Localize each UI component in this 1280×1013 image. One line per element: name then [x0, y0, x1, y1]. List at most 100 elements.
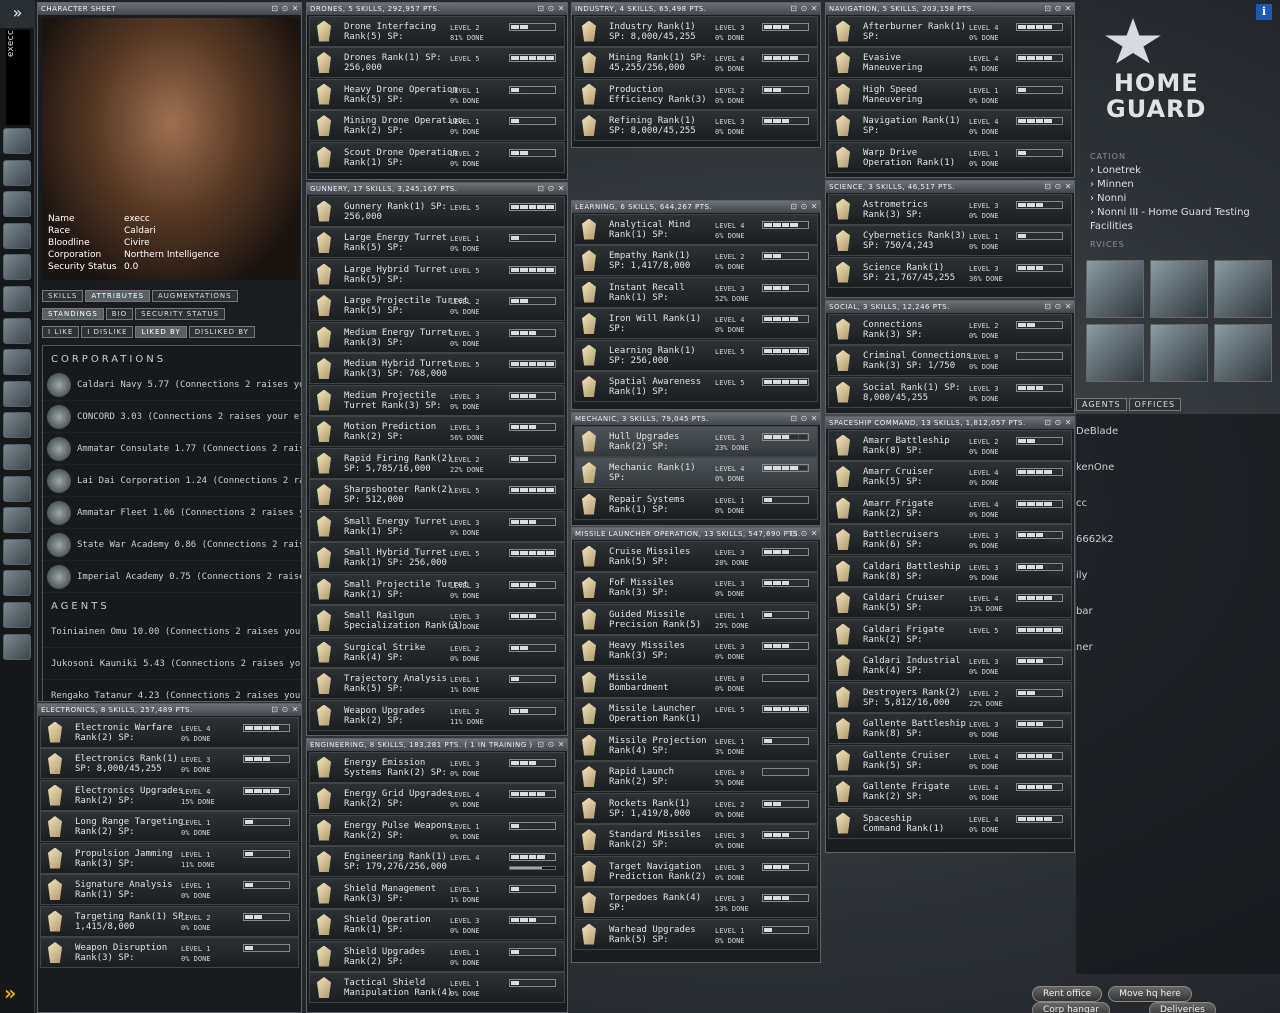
corporation-row[interactable]: Ammatar Consulate 1.77 (Connections 2 ra… — [43, 433, 301, 465]
window-controls[interactable]: ⊡ ⊙ ✕ — [271, 704, 299, 716]
neocom-icon[interactable] — [3, 507, 31, 534]
skill-row[interactable]: Sharpshooter Rank(2) SP: 512,000 LEVEL 5 — [309, 479, 565, 510]
skill-row[interactable]: Small Energy Turret Rank(1) SP: LEVEL 3 0… — [309, 510, 565, 542]
skill-row[interactable]: Analytical Mind Rank(1) SP: LEVEL 4 6% DO… — [574, 213, 818, 245]
skill-row[interactable]: Energy Pulse Weapons Rank(2) SP: LEVEL 1 … — [309, 814, 565, 846]
skill-row[interactable]: Target Navigation Prediction Rank(2) LEVE… — [574, 855, 818, 887]
skill-row[interactable]: Mining Drone Operation Rank(2) SP: LEVEL … — [309, 110, 565, 141]
skill-row[interactable]: Electronics Rank(1) SP: 8,000/45,255 LEVE… — [40, 748, 299, 779]
skill-row[interactable]: Connections Rank(3) SP: LEVEL 2 0% DONE — [828, 313, 1072, 345]
window-controls[interactable]: ⊡ ⊙ ✕ — [790, 3, 818, 15]
corporation-row[interactable]: Lai Dai Corporation 1.24 (Connections 2 … — [43, 465, 301, 497]
skill-row[interactable]: Heavy Missiles Rank(3) SP: LEVEL 3 0% DON… — [574, 635, 818, 666]
skill-row[interactable]: Gallente Battleship Rank(8) SP: LEVEL 3 0… — [828, 713, 1072, 744]
skill-row[interactable]: Amarr Frigate Rank(2) SP: LEVEL 4 0% DONE — [828, 492, 1072, 524]
skill-row[interactable]: Drone Interfacing Rank(5) SP: LEVEL 2 81%… — [309, 15, 565, 47]
neocom-toggle-button[interactable]: » — [0, 0, 35, 28]
service-icon[interactable] — [1214, 324, 1272, 382]
skill-row[interactable]: Torpedoes Rank(4) SP: LEVEL 3 53% DONE — [574, 887, 818, 918]
agent-row[interactable]: Rengako Tatanur 4.23 (Connections 2 rais… — [43, 680, 301, 701]
skill-row[interactable]: Afterburner Rank(1) SP: LEVEL 4 0% DONE — [828, 15, 1072, 47]
skill-row[interactable]: Spatial Awareness Rank(1) SP: LEVEL 5 — [574, 371, 818, 402]
service-icon[interactable] — [1086, 324, 1144, 382]
window-controls[interactable]: ⊡ ⊙ ✕ — [1044, 301, 1072, 313]
tab-i-like[interactable]: I LIKE — [42, 326, 80, 338]
skill-row[interactable]: Trajectory Analysis Rank(5) SP: LEVEL 1 1… — [309, 668, 565, 699]
skill-row[interactable]: Spaceship Command Rank(1) LEVEL 4 0% DONE — [828, 807, 1072, 839]
skill-row[interactable]: Small Railgun Specialization Rank(3) LEVE… — [309, 605, 565, 636]
skill-row[interactable]: Electronic Warfare Rank(2) SP: LEVEL 4 0%… — [40, 716, 299, 748]
pilot-row[interactable]: 6662k2 — [1076, 522, 1280, 558]
location-item[interactable]: › Lonetrek — [1090, 164, 1250, 178]
tab-security-status[interactable]: SECURITY STATUS — [135, 308, 226, 320]
service-icon[interactable] — [1150, 260, 1208, 318]
corporation-row[interactable]: CONCORD 3.03 (Connections 2 raises your … — [43, 401, 301, 433]
neocom-icon[interactable] — [3, 633, 31, 660]
neocom-icon[interactable] — [3, 128, 31, 154]
skill-row[interactable]: Caldari Industrial Rank(4) SP: LEVEL 3 0%… — [828, 650, 1072, 681]
neocom-icon[interactable] — [3, 159, 31, 186]
skill-row[interactable]: Repair Systems Rank(1) SP: LEVEL 1 0% DON… — [574, 488, 818, 520]
skill-row[interactable]: Cybernetics Rank(3) SP: 750/4,243 LEVEL 1… — [828, 225, 1072, 256]
skill-row[interactable]: Missile Launcher Operation Rank(1) LEVEL … — [574, 698, 818, 729]
neocom-icon[interactable] — [3, 412, 31, 439]
skill-row[interactable]: Scout Drone Operation Rank(1) SP: LEVEL 2… — [309, 141, 565, 173]
skill-row[interactable]: Iron Will Rank(1) SP: LEVEL 4 0% DONE — [574, 308, 818, 339]
agent-row[interactable]: Jukosoni Kauniki 5.43 (Connections 2 rai… — [43, 648, 301, 680]
skill-row[interactable]: Small Projectile Turret Rank(1) SP: LEVEL… — [309, 573, 565, 605]
neocom-icon[interactable] — [3, 443, 31, 470]
skill-row[interactable]: Caldari Frigate Rank(2) SP: LEVEL 5 — [828, 618, 1072, 650]
skill-row[interactable]: FoF Missiles Rank(3) SP: LEVEL 3 0% DONE — [574, 572, 818, 603]
skill-row[interactable]: Surgical Strike Rank(4) SP: LEVEL 2 0% DO… — [309, 636, 565, 668]
service-icon[interactable] — [1214, 260, 1272, 318]
neocom-icon[interactable] — [3, 222, 31, 249]
skill-row[interactable]: Cruise Missiles Rank(5) SP: LEVEL 3 28% D… — [574, 540, 818, 572]
station-button[interactable]: Corp hangar — [1032, 1002, 1110, 1013]
tab-i-dislike[interactable]: I DISLIKE — [81, 326, 134, 338]
skill-row[interactable]: Empathy Rank(1) SP: 1,417/8,000 LEVEL 2 0… — [574, 245, 818, 276]
skill-row[interactable]: Missile Projection Rank(4) SP: LEVEL 1 3%… — [574, 729, 818, 761]
skill-row[interactable]: Shield Operation Rank(1) SP: LEVEL 3 0% D… — [309, 909, 565, 940]
skill-row[interactable]: Weapon Upgrades Rank(2) SP: LEVEL 2 11% D… — [309, 699, 565, 731]
skill-row[interactable]: Guided Missile Precision Rank(5) LEVEL 1 … — [574, 603, 818, 635]
character-name-tab[interactable]: execc — [6, 30, 30, 125]
skill-row[interactable]: Large Hybrid Turret Rank(5) SP: LEVEL 5 — [309, 258, 565, 290]
skill-row[interactable]: Gunnery Rank(1) SP: 256,000 LEVEL 5 — [309, 195, 565, 227]
pilot-row[interactable]: DeBlade — [1076, 414, 1280, 450]
tab-bio[interactable]: BIO — [105, 308, 134, 320]
skill-row[interactable]: Propulsion Jamming Rank(3) SP: LEVEL 1 11… — [40, 842, 299, 874]
window-controls[interactable]: ⊡ ⊙ ✕ — [790, 201, 818, 213]
skill-row[interactable]: Signature Analysis Rank(1) SP: LEVEL 1 0%… — [40, 874, 299, 905]
skill-row[interactable]: Gallente Frigate Rank(2) SP: LEVEL 4 0% D… — [828, 776, 1072, 807]
tab-standings[interactable]: STANDINGS — [42, 308, 104, 320]
tab-skills[interactable]: SKILLS — [42, 290, 84, 302]
tab-liked-by[interactable]: LIKED BY — [135, 326, 187, 338]
window-controls[interactable]: ⊡ ⊙ ✕ — [537, 3, 565, 15]
skill-row[interactable]: High Speed Maneuvering LEVEL 1 0% DONE — [828, 78, 1072, 110]
skill-row[interactable]: Evasive Maneuvering LEVEL 4 4% DONE — [828, 47, 1072, 78]
agent-row[interactable]: Toiniainen Omu 10.00 (Connections 2 rais… — [43, 616, 301, 648]
window-controls[interactable]: ⊡ ⊙ ✕ — [271, 3, 299, 15]
skill-row[interactable]: Medium Hybrid Turret Rank(3) SP: 768,000… — [309, 353, 565, 384]
skill-row[interactable]: Criminal Connections Rank(3) SP: 1/750 LE… — [828, 345, 1072, 376]
skill-row[interactable]: Gallente Cruiser Rank(5) SP: LEVEL 4 0% D… — [828, 744, 1072, 776]
service-icon[interactable] — [1150, 324, 1208, 382]
tab-disliked-by[interactable]: DISLIKED BY — [188, 326, 255, 338]
neocom-icon[interactable] — [3, 191, 31, 218]
skill-row[interactable]: Standard Missiles Rank(2) SP: LEVEL 3 0% … — [574, 824, 818, 855]
station-button[interactable]: Rent office — [1032, 986, 1103, 1002]
skill-row[interactable]: Energy Grid Upgrades Rank(2) SP: LEVEL 4 … — [309, 783, 565, 814]
pilot-row[interactable]: ner — [1076, 630, 1280, 666]
skill-row[interactable]: Navigation Rank(1) SP: LEVEL 4 0% DONE — [828, 110, 1072, 141]
skill-row[interactable]: Industry Rank(1) SP: 8,000/45,255 LEVEL 3… — [574, 15, 818, 47]
skill-row[interactable]: Weapon Disruption Rank(3) SP: LEVEL 1 0% … — [40, 937, 299, 968]
skill-row[interactable]: Medium Projectile Turret Rank(3) SP: LEVE… — [309, 384, 565, 416]
tab-augmentations[interactable]: AUGMENTATIONS — [152, 290, 238, 302]
window-controls[interactable]: ⊡ ⊙ ✕ — [790, 528, 818, 540]
tab-attributes[interactable]: ATTRIBUTES — [85, 290, 151, 302]
location-item[interactable]: › Nonni III - Home Guard Testing — [1090, 206, 1250, 220]
neocom-icon[interactable] — [3, 317, 31, 344]
skill-row[interactable]: Destroyers Rank(2) SP: 5,812/16,000 LEVEL… — [828, 681, 1072, 713]
skill-row[interactable]: Small Hybrid Turret Rank(1) SP: 256,000 L… — [309, 542, 565, 573]
neocom-icon[interactable] — [3, 349, 31, 376]
